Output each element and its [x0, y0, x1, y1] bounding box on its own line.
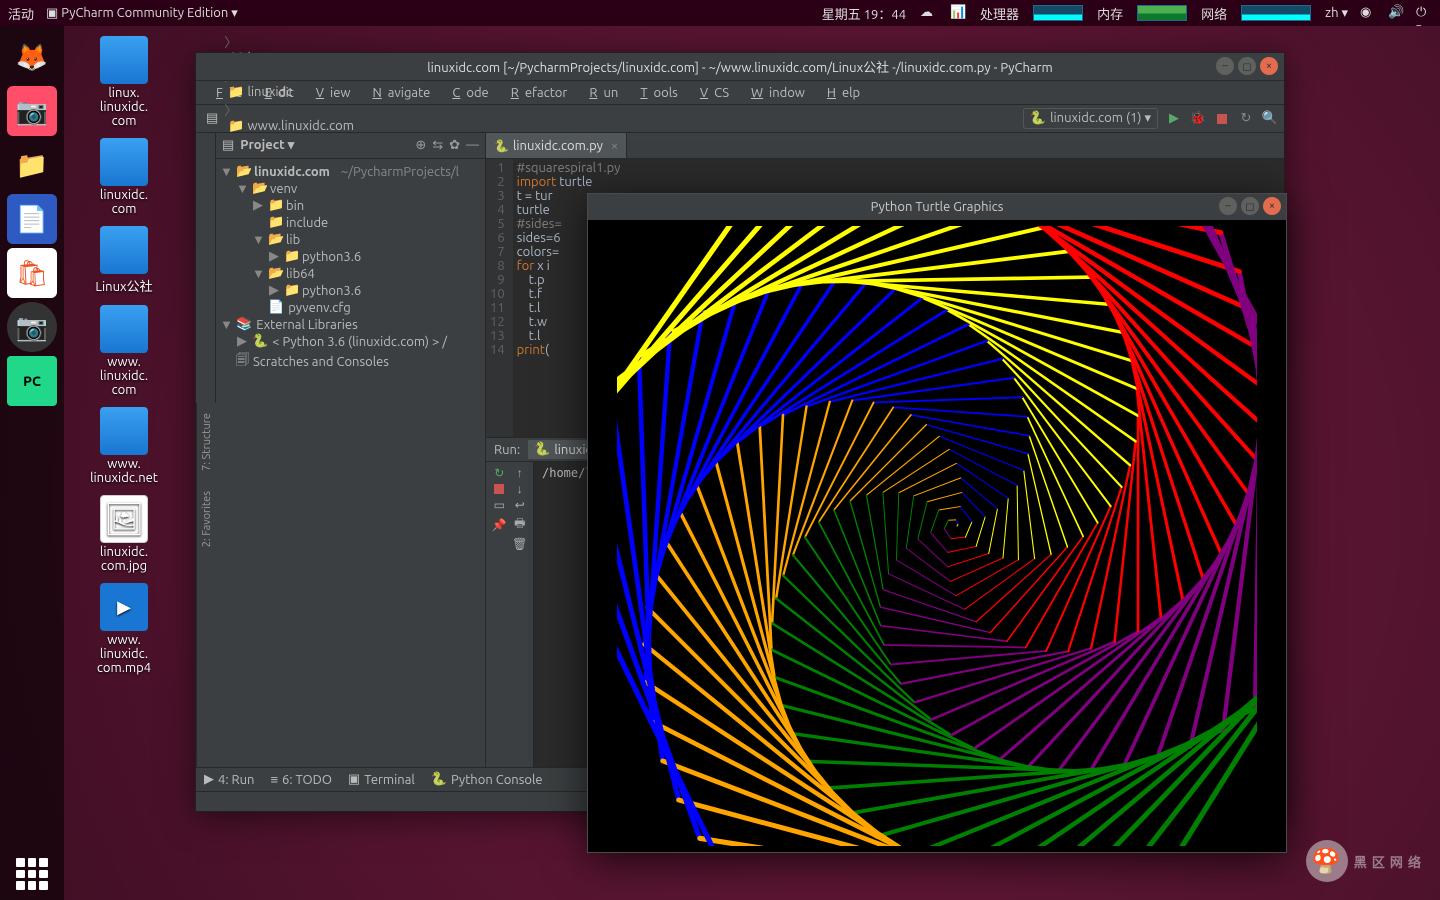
pin-icon[interactable]: 📌 — [490, 514, 509, 535]
minimize-button[interactable]: – — [1216, 57, 1234, 75]
project-tool-window: ▤Project ▾ ⊕ ⇆ ✿ — ▼linuxidc.com ~/Pycha… — [216, 133, 486, 767]
clock[interactable]: 星期五 19：44 — [822, 4, 906, 23]
project-tree[interactable]: ▼linuxidc.com ~/PycharmProjects/l ▼venv … — [216, 159, 485, 767]
turtle-minimize[interactable]: – — [1219, 197, 1237, 215]
watermark: 🍄黑 区 网 络 — [1306, 840, 1422, 882]
breadcrumb-item[interactable]: 📁 linuxidc — [224, 85, 358, 100]
net-label: 网络 — [1201, 4, 1227, 23]
dock-firefox[interactable]: 🦊 — [7, 32, 57, 82]
desktop-icons: linux. linuxidc. com linuxidc. com Linux公社… — [80, 36, 180, 685]
wrap-icon[interactable]: ↩ — [511, 498, 530, 512]
close-tab-icon[interactable]: × — [611, 139, 618, 153]
dock-screenshot[interactable]: 📷 — [7, 86, 57, 136]
menu-navigate[interactable]: Navigate — [360, 84, 436, 102]
trash-icon[interactable]: 🗑 — [511, 537, 530, 551]
editor-tabs: 🐍 linuxidc.com.py× — [486, 133, 1284, 159]
run-button-icon[interactable]: ▶ — [1166, 111, 1182, 127]
turtle-title: Python Turtle Graphics — [871, 200, 1004, 214]
navigation-bar: ▤ 〉📁 home〉📁 linuxidc〉📁 www.linuxidc.com〉… — [196, 105, 1284, 133]
activities-button[interactable]: 活动 — [8, 4, 34, 23]
pycharm-titlebar[interactable]: linuxidc.com [~/PycharmProjects/linuxidc… — [196, 53, 1284, 81]
update-button-icon[interactable]: ↻ — [1238, 111, 1254, 127]
pycharm-app-menu[interactable]: ▣ PyCharm Community Edition ▾ — [46, 6, 238, 21]
mem-label: 内存 — [1097, 4, 1123, 23]
dock-files[interactable]: 📁 — [7, 140, 57, 190]
dock-pycharm[interactable]: PC — [7, 356, 57, 406]
turtle-close[interactable]: × — [1263, 197, 1281, 215]
todo-tab-btn[interactable]: ≡ 6: TODO — [270, 772, 331, 787]
window-title: linuxidc.com [~/PycharmProjects/linuxidc… — [427, 57, 1053, 76]
menu-refactor[interactable]: Refactor — [499, 84, 574, 102]
menu-run[interactable]: Run — [577, 84, 624, 102]
project-header: ▤Project ▾ ⊕ ⇆ ✿ — — [216, 133, 485, 159]
show-apps-button[interactable] — [16, 858, 48, 890]
collapse-icon[interactable]: ⇆ — [432, 138, 443, 153]
a11y-icon[interactable]: ◉ — [1360, 5, 1376, 21]
menu-vcs[interactable]: VCS — [688, 84, 735, 102]
locate-icon[interactable]: ⊕ — [415, 138, 426, 153]
volume-icon[interactable]: 🔊 — [1388, 5, 1404, 21]
desktop: 🦊 📷 📁 📄 🛍 📷 PC linux. linuxidc. comlinux… — [0, 26, 1440, 900]
dock-camera[interactable]: 📷 — [7, 302, 57, 352]
line-gutter: 1234567891011121314 — [486, 159, 513, 437]
dock-software[interactable]: 🛍 — [7, 248, 57, 298]
desktop-icon[interactable]: linuxidc. com — [80, 138, 168, 216]
breadcrumb-root[interactable]: ▤ — [202, 111, 222, 126]
graph-icon: 📊 — [950, 5, 966, 21]
up-icon[interactable]: ↑ — [511, 466, 530, 480]
mem-graph — [1137, 5, 1187, 21]
desktop-icon[interactable]: linux. linuxidc. com — [80, 36, 168, 128]
project-view-selector[interactable]: Project ▾ — [240, 138, 294, 153]
settings-icon[interactable]: ✿ — [449, 138, 460, 153]
maximize-button[interactable]: ◻ — [1238, 57, 1256, 75]
search-everywhere-icon[interactable]: 🔍 — [1262, 111, 1278, 127]
print-icon[interactable]: 🖶 — [511, 514, 530, 535]
debug-button-icon[interactable]: 🐞 — [1190, 111, 1206, 127]
turtle-titlebar[interactable]: Python Turtle Graphics – ◻ × — [588, 194, 1286, 220]
close-button[interactable]: × — [1260, 57, 1278, 75]
breadcrumb-item[interactable]: 📁 www.linuxidc.com — [224, 119, 358, 134]
dock: 🦊 📷 📁 📄 🛍 📷 PC — [0, 26, 64, 900]
terminal-tab-btn[interactable]: ▣ Terminal — [348, 772, 415, 787]
hide-icon[interactable]: — — [466, 138, 479, 153]
layout-icon[interactable]: ▭ — [490, 498, 509, 512]
down-icon[interactable]: ↓ — [511, 482, 530, 496]
cpu-label: 处理器 — [980, 4, 1019, 23]
turtle-maximize[interactable]: ◻ — [1241, 197, 1259, 215]
stop-button-icon[interactable] — [1214, 111, 1230, 127]
desktop-icon[interactable]: ▶www. linuxidc. com.mp4 — [80, 583, 168, 675]
menu-window[interactable]: Window — [739, 84, 811, 102]
turtle-window: Python Turtle Graphics – ◻ × — [587, 193, 1287, 853]
run-tab-btn[interactable]: ▶ 4: Run — [204, 772, 254, 787]
side-tab-strip: 7: Structure 2: Favorites — [196, 403, 216, 767]
menu-tools[interactable]: Tools — [628, 84, 684, 102]
run-toolbar: ↻↑ ↓ ▭↩ 📌🖶 🗑 — [486, 462, 534, 767]
desktop-icon[interactable]: www. linuxidc. com — [80, 305, 168, 397]
desktop-icon[interactable]: Linux公社 — [80, 226, 168, 295]
menu-bar: FileEditViewNavigateCodeRefactorRunTools… — [196, 81, 1284, 105]
cpu-graph — [1033, 5, 1083, 21]
rerun-icon[interactable]: ↻ — [490, 466, 509, 480]
spiral-graphic — [617, 226, 1257, 846]
menu-help[interactable]: Help — [815, 84, 866, 102]
power-icon[interactable]: ⏻ ▾ — [1416, 5, 1432, 21]
console-tab-btn[interactable]: 🐍 Python Console — [431, 772, 543, 787]
favorites-tab[interactable]: 2: Favorites — [199, 481, 215, 557]
ime-indicator[interactable]: zh ▾ — [1325, 6, 1348, 21]
net-graph — [1241, 5, 1311, 21]
stop-icon[interactable] — [490, 482, 509, 496]
gnome-topbar: 活动 ▣ PyCharm Community Edition ▾ 星期五 19：… — [0, 0, 1440, 26]
desktop-icon[interactable]: 🖼linuxidc. com.jpg — [80, 495, 168, 573]
structure-tab[interactable]: 7: Structure — [199, 403, 215, 481]
weather-icon: ☁ — [920, 5, 936, 21]
run-config-selector[interactable]: 🐍 linuxidc.com (1) ▾ — [1023, 108, 1158, 129]
editor-tab[interactable]: 🐍 linuxidc.com.py× — [486, 133, 627, 158]
turtle-canvas — [588, 220, 1286, 852]
desktop-icon[interactable]: www. linuxidc.net — [80, 407, 168, 485]
run-label: Run: — [494, 443, 520, 457]
menu-code[interactable]: Code — [440, 84, 494, 102]
dock-writer[interactable]: 📄 — [7, 194, 57, 244]
